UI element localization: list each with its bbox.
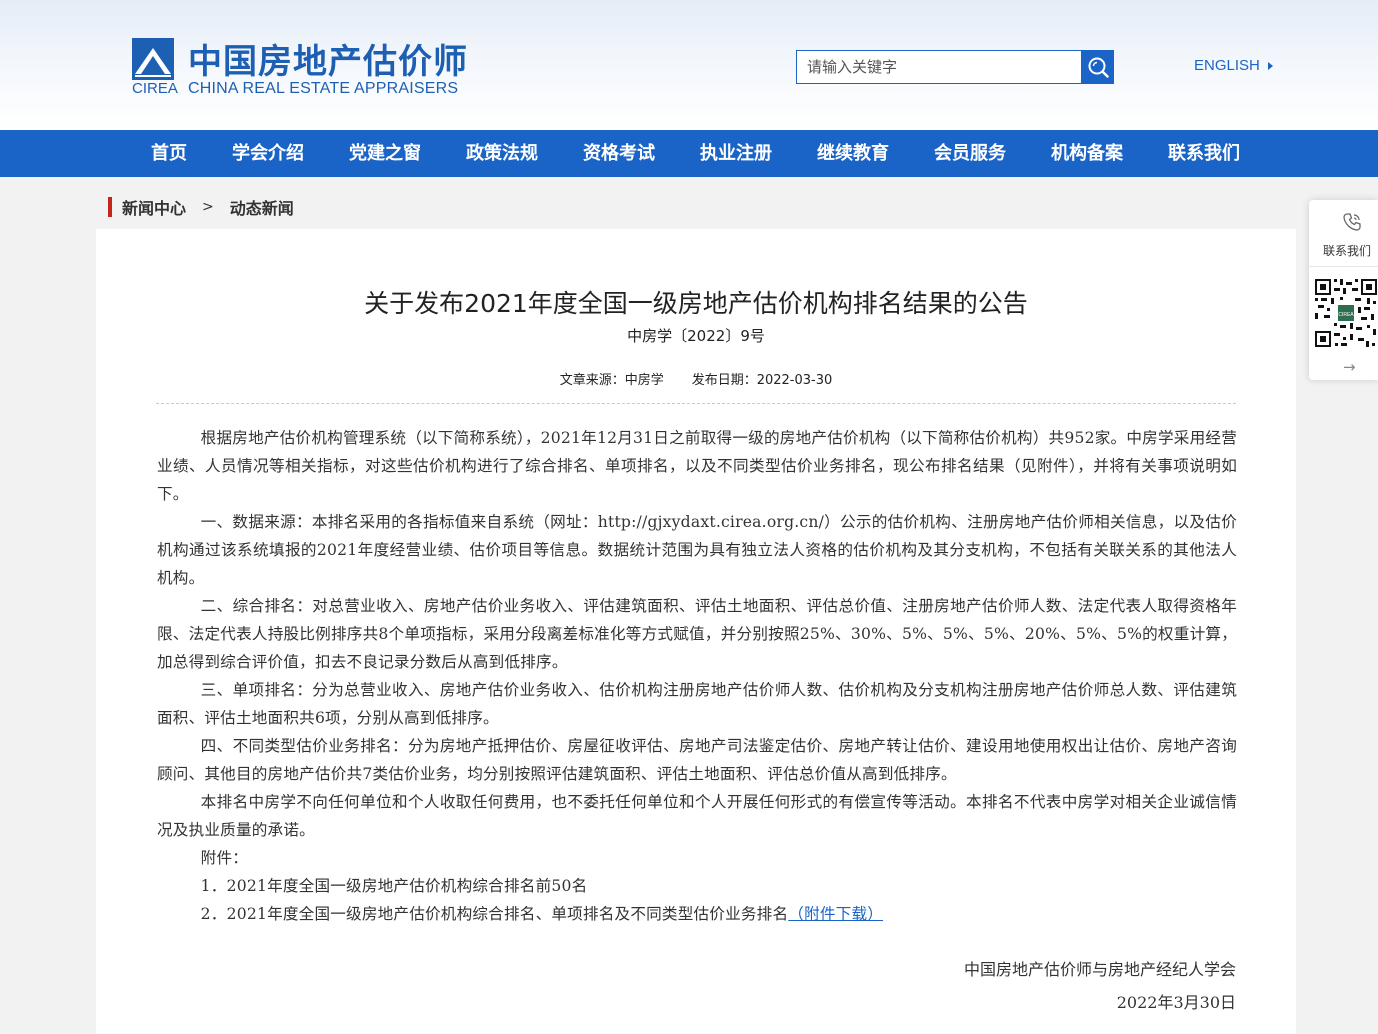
- signature: 中国房地产估价师与房地产经纪人学会 2022年3月30日: [964, 953, 1236, 1019]
- search-input[interactable]: [796, 50, 1082, 84]
- logo-abbreviation: CIREA: [132, 80, 178, 97]
- attachment-item-2-text: 2．2021年度全国一级房地产估价机构综合排名、单项排名及不同类型估价业务排名: [200, 905, 789, 923]
- attachment-item-2: 2．2021年度全国一级房地产估价机构综合排名、单项排名及不同类型估价业务排名（…: [157, 900, 1237, 928]
- paragraph-business-type-ranking: 四、不同类型估价业务排名：分为房地产抵押估价、房屋征收评估、房地产司法鉴定估价、…: [157, 737, 1237, 783]
- article-title: 关于发布2021年度全国一级房地产估价机构排名结果的公告: [364, 289, 1028, 318]
- paragraph-disclaimer: 本排名中房学不向任何单位和个人收取任何费用，也不委托任何单位和个人开展任何形式的…: [157, 793, 1237, 839]
- breadcrumb-current[interactable]: 动态新闻: [230, 195, 294, 219]
- signature-org: 中国房地产估价师与房地产经纪人学会: [963, 960, 1236, 979]
- nav-filing[interactable]: 机构备案: [1051, 130, 1123, 177]
- search-button[interactable]: [1081, 50, 1114, 84]
- attachment-download-link[interactable]: （附件下载）: [788, 905, 883, 923]
- attachment-item-1: 1．2021年度全国一级房地产估价机构综合排名前50名: [200, 877, 588, 895]
- nav-contact[interactable]: 联系我们: [1168, 130, 1240, 177]
- english-link-label: ENGLISH: [1194, 57, 1260, 74]
- nav-education[interactable]: 继续教育: [817, 130, 889, 177]
- breadcrumb-marker: [108, 197, 112, 217]
- qr-logo-caption: CIREA: [1338, 312, 1354, 318]
- nav-home[interactable]: 首页: [151, 130, 187, 177]
- article-panel: 关于发布2021年度全国一级房地产估价机构排名结果的公告 中房学〔2022〕9号…: [96, 229, 1296, 1034]
- caret-right-icon: [1267, 61, 1273, 70]
- logo-english-name: CHINA REAL ESTATE APPRAISERS: [188, 80, 459, 97]
- paragraph-overall-ranking: 二、综合排名：对总营业收入、房地产估价业务收入、评估建筑面积、评估土地面积、评估…: [157, 597, 1237, 671]
- article-meta: 文章来源：中房学 发布日期：2022-03-30: [96, 369, 1296, 388]
- nav-registration[interactable]: 执业注册: [700, 130, 772, 177]
- breadcrumb-separator: >: [202, 199, 214, 215]
- search-icon: [1088, 57, 1109, 78]
- search-box: [796, 50, 1114, 84]
- attachments-label: 附件：: [200, 849, 249, 867]
- article-source: 文章来源：中房学: [559, 373, 664, 388]
- document-number: 中房学〔2022〕9号: [627, 327, 765, 345]
- nav-policy[interactable]: 政策法规: [466, 130, 538, 177]
- qr-code-image: CIREA: [1314, 277, 1378, 349]
- divider: [156, 403, 1236, 404]
- phone-icon[interactable]: [1342, 212, 1362, 232]
- nav-exam[interactable]: 资格考试: [583, 130, 655, 177]
- nav-member[interactable]: 会员服务: [934, 130, 1006, 177]
- nav-about[interactable]: 学会介绍: [232, 130, 304, 177]
- logo-chinese-name: 中国房地产估价师: [188, 42, 468, 82]
- site-logo[interactable]: 中国房地产估价师 CIREA CHINA REAL ESTATE APPRAIS…: [132, 38, 477, 100]
- signature-date: 2022年3月30日: [1116, 993, 1236, 1012]
- paragraph-data-source: 一、数据来源：本排名采用的各指标值来自系统（网址：http://gjxydaxt…: [157, 513, 1237, 587]
- paragraph-intro: 根据房地产估价机构管理系统（以下简称系统），2021年12月31日之前取得一级的…: [157, 429, 1237, 503]
- logo-mark-icon: [132, 38, 174, 80]
- contact-us-label[interactable]: 联系我们: [1323, 242, 1371, 259]
- breadcrumb-news-center[interactable]: 新闻中心: [122, 195, 186, 219]
- article-date: 发布日期：2022-03-30: [691, 373, 833, 388]
- side-divider: [1309, 266, 1378, 267]
- arrow-right-icon[interactable]: →: [1343, 358, 1356, 376]
- floating-contact-panel: 联系我们 CIREA →: [1309, 200, 1378, 380]
- nav-party[interactable]: 党建之窗: [349, 130, 421, 177]
- main-nav: 首页 学会介绍 党建之窗 政策法规 资格考试 执业注册 继续教育 会员服务 机构…: [0, 130, 1378, 177]
- english-link[interactable]: ENGLISH: [1194, 57, 1273, 74]
- article-body: 根据房地产估价机构管理系统（以下简称系统），2021年12月31日之前取得一级的…: [157, 424, 1237, 928]
- breadcrumb: 新闻中心 > 动态新闻: [108, 196, 294, 218]
- site-header: 中国房地产估价师 CIREA CHINA REAL ESTATE APPRAIS…: [0, 0, 1378, 130]
- paragraph-single-ranking: 三、单项排名：分为总营业收入、房地产估价业务收入、估价机构注册房地产估价师人数、…: [157, 681, 1237, 727]
